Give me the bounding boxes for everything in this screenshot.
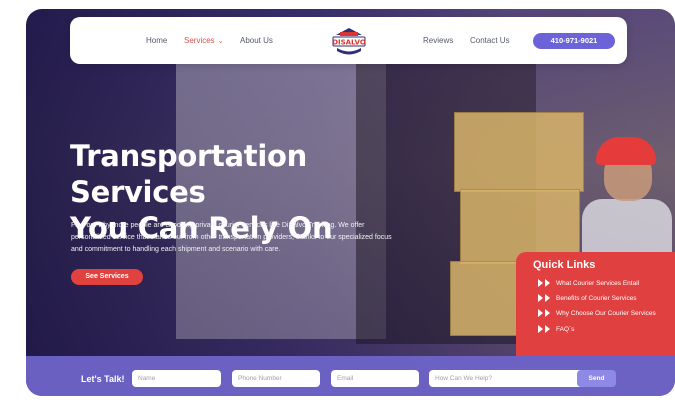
quick-link-label: FAQ`s bbox=[556, 325, 575, 333]
hero-title-line-1: Transportation Services bbox=[70, 139, 307, 209]
double-chevron-right-icon bbox=[538, 308, 552, 318]
worker-cap-image bbox=[596, 137, 656, 165]
hero-description: Find out why more people are choosing pr… bbox=[71, 222, 392, 253]
box-image bbox=[454, 112, 584, 192]
quick-link-item[interactable]: Why Choose Our Courier Services bbox=[538, 307, 656, 319]
double-chevron-right-icon bbox=[538, 293, 552, 303]
send-button[interactable]: Send bbox=[577, 370, 616, 387]
see-services-button[interactable]: See Services bbox=[71, 269, 143, 285]
nav-services-link[interactable]: Services ⌄ bbox=[184, 36, 224, 45]
lets-talk-label: Let's Talk! bbox=[81, 374, 125, 384]
quick-links-title: Quick Links bbox=[533, 259, 596, 271]
chevron-down-icon: ⌄ bbox=[217, 38, 224, 45]
nav-contact-link[interactable]: Contact Us bbox=[470, 36, 510, 45]
quick-link-label: Why Choose Our Courier Services bbox=[556, 309, 656, 317]
phone-number-input[interactable] bbox=[232, 370, 320, 387]
disalvo-logo[interactable]: DISALVO bbox=[330, 22, 368, 60]
nav-about-link[interactable]: About Us bbox=[240, 36, 273, 45]
lets-talk-bar: Let's Talk! Send bbox=[26, 356, 675, 396]
help-message-input[interactable] bbox=[429, 370, 593, 387]
double-chevron-right-icon bbox=[538, 324, 552, 334]
nav-services-label: Services bbox=[184, 36, 215, 45]
double-chevron-right-icon bbox=[538, 278, 552, 288]
top-navbar: Home Services ⌄ About Us DISALVO Reviews … bbox=[70, 17, 627, 64]
quick-link-label: What Courier Services Entail bbox=[556, 279, 640, 287]
nav-reviews-link[interactable]: Reviews bbox=[423, 36, 453, 45]
nav-home-link[interactable]: Home bbox=[146, 36, 167, 45]
quick-link-item[interactable]: Benefits of Courier Services bbox=[538, 292, 637, 304]
quick-link-item[interactable]: FAQ`s bbox=[538, 323, 574, 335]
phone-button[interactable]: 410-971-9021 bbox=[533, 33, 615, 49]
email-input[interactable] bbox=[331, 370, 419, 387]
quick-link-item[interactable]: What Courier Services Entail bbox=[538, 277, 639, 289]
name-input[interactable] bbox=[132, 370, 221, 387]
quick-link-label: Benefits of Courier Services bbox=[556, 294, 637, 302]
quick-links-panel: Quick Links What Courier Services Entail… bbox=[516, 252, 675, 356]
logo-text: DISALVO bbox=[332, 39, 366, 47]
